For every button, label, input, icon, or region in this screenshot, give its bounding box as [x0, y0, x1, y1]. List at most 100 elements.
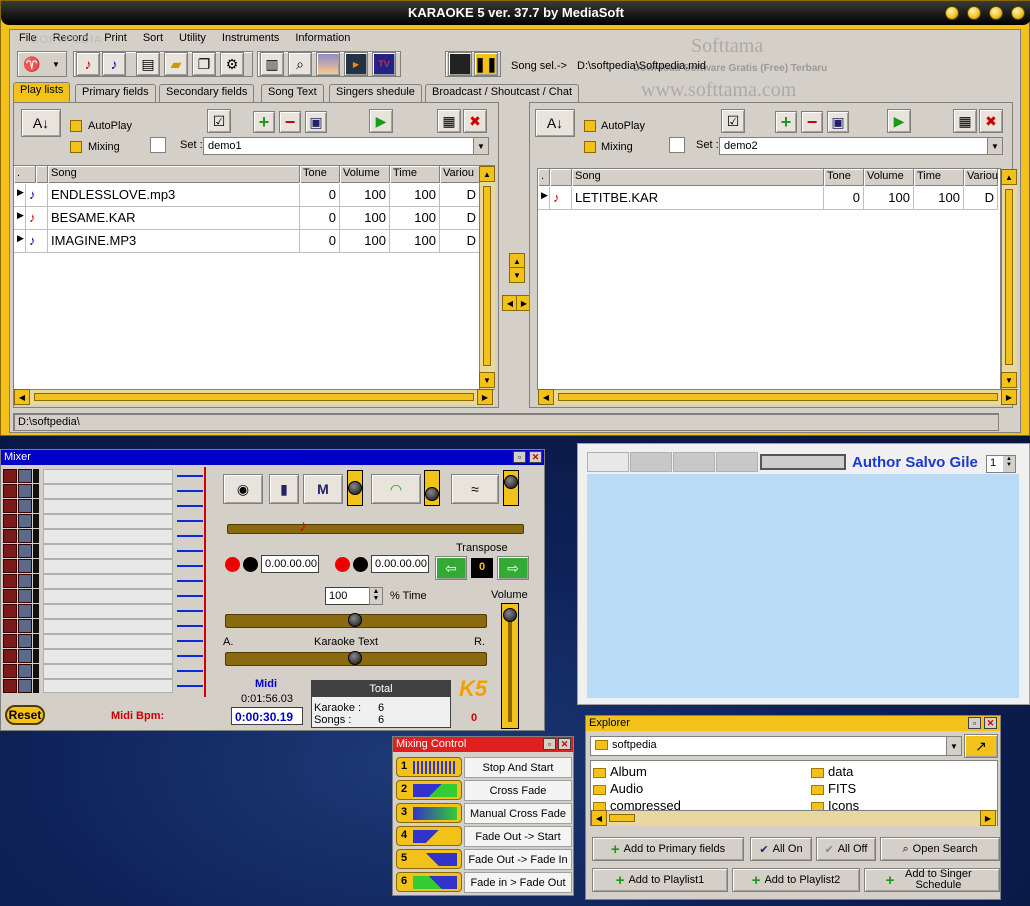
col-time[interactable]: Time: [390, 166, 440, 183]
tab-secondary-fields[interactable]: Secondary fields: [159, 84, 255, 102]
fade-out-fade-in-icon[interactable]: 5: [396, 849, 462, 869]
tab-primary-fields[interactable]: Primary fields: [75, 84, 156, 102]
karaoke-text-slider[interactable]: [225, 651, 487, 666]
time-a-field[interactable]: 0.00.00.00: [261, 555, 319, 573]
search-icon[interactable]: ⌕: [288, 52, 312, 76]
fade-out-start-button[interactable]: Fade Out -> Start: [464, 826, 572, 847]
add-to-singer-schedule-button[interactable]: + Add to Singer Schedule: [864, 868, 1000, 892]
col-various[interactable]: Variou: [440, 166, 480, 183]
globe-icon[interactable]: ◉: [223, 474, 263, 504]
panel-tab[interactable]: [673, 452, 715, 472]
fader-knob[interactable]: [503, 608, 517, 622]
channel-row[interactable]: [3, 634, 39, 648]
list-item[interactable]: Audio: [593, 781, 643, 796]
list-item[interactable]: Album: [593, 764, 647, 779]
master-volume-fader[interactable]: [501, 603, 519, 729]
fade-out-fade-in-button[interactable]: Fade Out -> Fade In: [464, 849, 572, 870]
close-icon[interactable]: ✕: [558, 738, 571, 750]
panel-tab[interactable]: [630, 452, 672, 472]
add-to-primary-fields-button[interactable]: + Add to Primary fields: [592, 837, 744, 861]
left-horizontal-scrollbar[interactable]: ◀ ▶: [14, 389, 494, 405]
cross-fade-icon[interactable]: 2: [396, 780, 462, 800]
scroll-up-icon[interactable]: ▲: [1001, 169, 1017, 185]
song-position-slider[interactable]: [227, 524, 524, 534]
tab-song-text[interactable]: Song Text: [261, 84, 324, 102]
add-icon[interactable]: +: [775, 111, 797, 133]
remove-icon[interactable]: −: [801, 111, 823, 133]
transpose-up-icon[interactable]: ⇨: [497, 556, 529, 580]
fade-in-fade-out-icon[interactable]: 6: [396, 872, 462, 892]
col-song[interactable]: Song: [572, 169, 824, 186]
position-note-icon[interactable]: ♪: [299, 518, 307, 536]
scroll-up-icon[interactable]: ▲: [479, 166, 495, 182]
fade-out-start-icon[interactable]: 4: [396, 826, 462, 846]
right-vertical-scrollbar[interactable]: ▲ ▼: [1001, 169, 1017, 389]
table-row[interactable]: ▶ ♪ LETITBE.KAR 0 100 100 D: [538, 187, 998, 210]
panel-tab[interactable]: [587, 452, 629, 472]
channel-row[interactable]: [3, 679, 39, 693]
restore-icon[interactable]: ▫: [968, 717, 981, 729]
channel-row[interactable]: [3, 664, 39, 678]
panel-tab[interactable]: [716, 452, 758, 472]
fader-knob[interactable]: [348, 481, 362, 495]
channel-row[interactable]: [3, 484, 39, 498]
col-volume[interactable]: Volume: [864, 169, 914, 186]
table-row[interactable]: ▶ ♪ BESAME.KAR 0 100 100 D: [14, 207, 480, 230]
list-item[interactable]: FITS: [811, 781, 856, 796]
chevron-down-icon[interactable]: ▼: [987, 138, 1002, 154]
left-vertical-scrollbar[interactable]: ▲ ▼: [479, 166, 495, 389]
help-button[interactable]: [967, 6, 981, 20]
scroll-right-icon[interactable]: ▶: [477, 389, 493, 405]
stop-start-icon[interactable]: 1: [396, 757, 462, 777]
percent-time-slider[interactable]: [225, 613, 487, 628]
transpose-down-icon[interactable]: ⇦: [435, 556, 467, 580]
channel-row[interactable]: [3, 604, 39, 618]
effect-fader[interactable]: [503, 470, 519, 506]
scroll-thumb[interactable]: [609, 814, 635, 822]
add-to-playlist1-button[interactable]: + Add to Playlist1: [592, 868, 728, 892]
midi-m-icon[interactable]: M: [303, 474, 343, 504]
left-autoplay-checkbox[interactable]: [70, 120, 82, 132]
right-set-combo[interactable]: demo2 ▼: [719, 137, 1003, 155]
menu-information[interactable]: Information: [287, 32, 358, 48]
folder-up-icon[interactable]: ↗: [964, 734, 998, 758]
clipboard-icon[interactable]: ▦: [437, 109, 461, 133]
record-a-icon[interactable]: [225, 557, 240, 572]
all-on-button[interactable]: ✔ All On: [750, 837, 812, 861]
save-icon[interactable]: ▣: [827, 111, 849, 133]
mixer-title-bar[interactable]: Mixer ▫ ✕: [1, 450, 544, 465]
col-time[interactable]: Time: [914, 169, 964, 186]
scroll-thumb[interactable]: [558, 393, 998, 401]
delete-list-icon[interactable]: ✖: [463, 109, 487, 133]
col-tone[interactable]: Tone: [300, 166, 340, 183]
slider-knob[interactable]: [348, 613, 362, 627]
tab-play-lists[interactable]: Play lists: [13, 82, 71, 102]
channel-row[interactable]: [3, 544, 39, 558]
time-b-field[interactable]: 0.00.00.00: [371, 555, 429, 573]
channel-row[interactable]: [3, 649, 39, 663]
channel-row[interactable]: [3, 589, 39, 603]
folder-open-icon[interactable]: ▰: [164, 52, 188, 76]
dropdown-arrow-icon[interactable]: ▼: [52, 60, 60, 69]
scroll-thumb[interactable]: [1005, 189, 1013, 365]
equalizer-icon[interactable]: ▮: [269, 474, 299, 504]
image-icon[interactable]: [316, 52, 340, 76]
right-horizontal-scrollbar[interactable]: ◀ ▶: [538, 389, 1018, 405]
tempo-fader[interactable]: [424, 470, 440, 506]
red-note-icon[interactable]: ♪: [76, 52, 100, 76]
fade-in-fade-out-button[interactable]: Fade in > Fade Out: [464, 872, 572, 893]
channel-row[interactable]: [3, 619, 39, 633]
maximize-button[interactable]: [989, 6, 1003, 20]
video-icon[interactable]: ▶: [344, 52, 368, 76]
pause-icon[interactable]: ❚❚: [474, 52, 498, 76]
restore-icon[interactable]: ▫: [513, 451, 526, 463]
tab-singers-schedule[interactable]: Singers shedule: [329, 84, 422, 102]
remove-icon[interactable]: −: [279, 111, 301, 133]
menu-instruments[interactable]: Instruments: [214, 32, 287, 48]
manual-cross-fade-icon[interactable]: 3: [396, 803, 462, 823]
fader-knob[interactable]: [504, 475, 518, 489]
tab-broadcast[interactable]: Broadcast / Shoutcast / Chat: [425, 84, 580, 102]
reset-button[interactable]: Reset: [5, 705, 45, 725]
explorer-horizontal-scrollbar[interactable]: ◀ ▶: [591, 810, 997, 826]
scroll-thumb[interactable]: [34, 393, 474, 401]
